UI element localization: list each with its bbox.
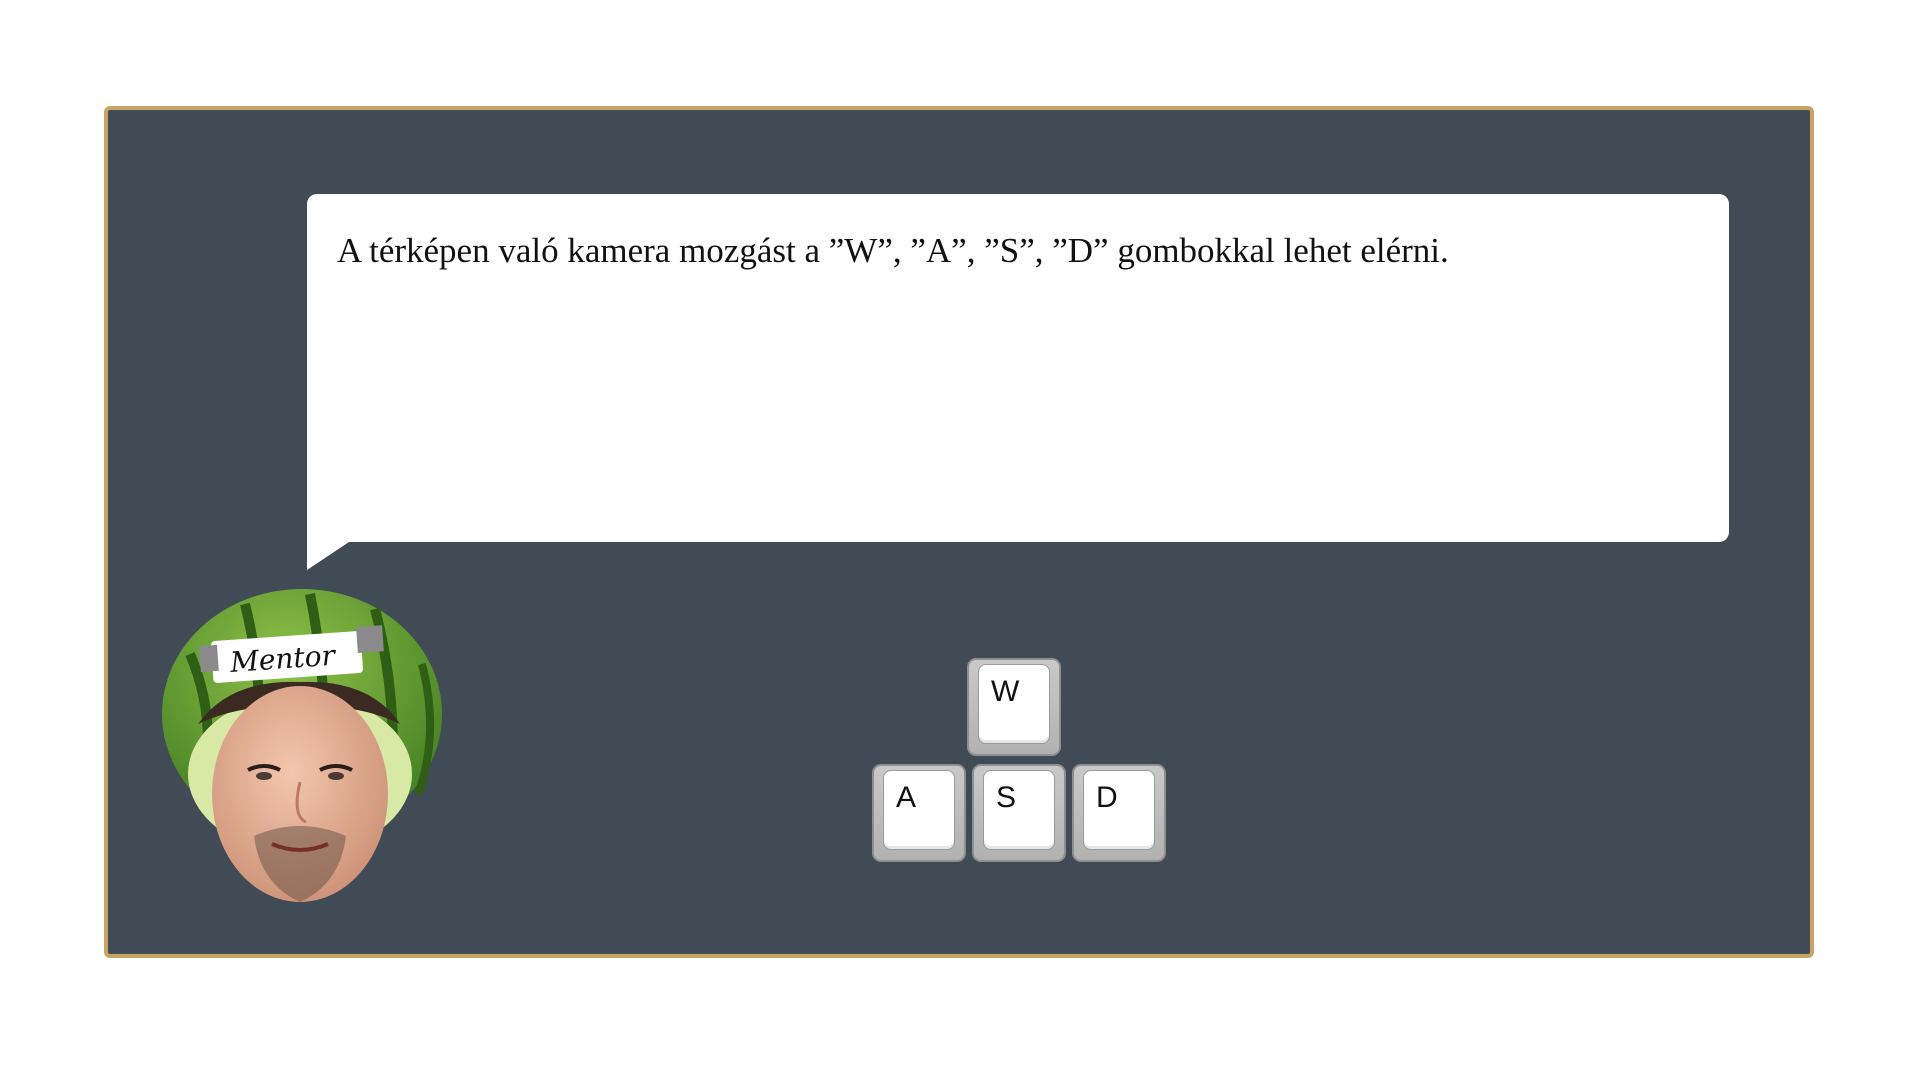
key-w-cap: W — [978, 664, 1050, 744]
key-a-label: A — [896, 781, 917, 814]
dialog-text: A térképen való kamera mozgást a ”W”, ”A… — [337, 231, 1449, 270]
key-a: A — [872, 764, 966, 862]
key-d: D — [1072, 764, 1166, 862]
key-d-label: D — [1096, 781, 1118, 814]
key-s-cap: S — [983, 770, 1055, 850]
key-s: S — [972, 764, 1066, 862]
key-a-cap: A — [883, 770, 955, 850]
key-w-label: W — [991, 675, 1020, 708]
mentor-avatar: Mentor — [162, 589, 442, 902]
key-w: W — [967, 658, 1061, 756]
speech-bubble: A térképen való kamera mozgást a ”W”, ”A… — [307, 194, 1729, 542]
key-s-label: S — [996, 781, 1017, 814]
key-d-cap: D — [1083, 770, 1155, 850]
